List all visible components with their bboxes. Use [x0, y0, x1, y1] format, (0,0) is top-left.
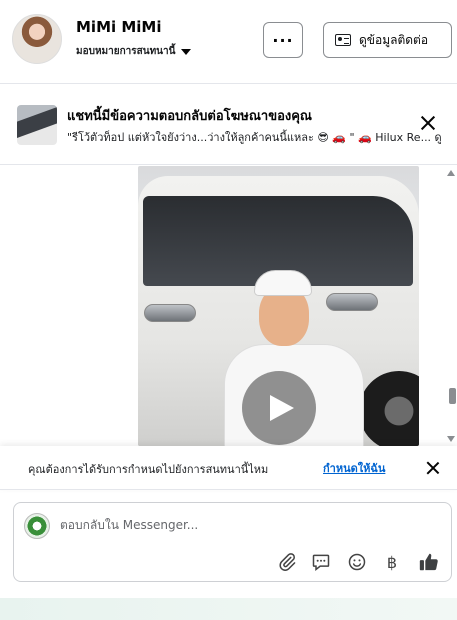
assign-to-me-link[interactable]: กำหนดให้ฉัน [323, 459, 385, 477]
ad-snippet-text[interactable]: "รีโว้ตัวท็อป แต่หัวใจยังว่าง...ว่างให้ล… [67, 128, 442, 146]
assign-conversation-dropdown[interactable]: มอบหมายการสนทนานี้ [76, 44, 192, 59]
page-footer-background [0, 598, 457, 620]
play-icon [270, 395, 294, 421]
scrollbar-thumb[interactable] [449, 388, 456, 404]
assign-label: มอบหมายการสนทนานี้ [76, 46, 176, 57]
contact-avatar[interactable] [12, 14, 62, 64]
play-button[interactable] [242, 371, 316, 445]
reply-composer: ฿ [13, 502, 452, 582]
scroll-up-arrow-icon[interactable] [447, 170, 455, 176]
assign-prompt-text: คุณต้องการได้รับการกำหนดไปยังการสนทนานี้… [28, 463, 269, 476]
conversation-header: MiMi MiMi มอบหมายการสนทนานี้ ··· ดูข้อมู… [0, 0, 457, 84]
close-icon[interactable] [418, 113, 438, 133]
thread-scrollbar[interactable] [447, 166, 457, 446]
chat-bubble-icon [312, 554, 330, 572]
scroll-down-arrow-icon[interactable] [447, 436, 455, 442]
contact-info-button[interactable]: ดูข้อมูลติดต่อ [323, 22, 452, 58]
ad-banner-title: แชทนี้มีข้อความตอบกลับต่อโฆษณาของคุณ [67, 109, 312, 124]
close-icon[interactable] [424, 459, 442, 477]
message-thread [0, 166, 457, 446]
saved-replies-button[interactable] [310, 551, 332, 573]
page-avatar [24, 513, 50, 539]
ad-thumbnail[interactable] [17, 105, 57, 145]
contact-name[interactable]: MiMi MiMi [76, 18, 162, 36]
id-card-icon [335, 34, 351, 46]
thumbs-up-icon [419, 553, 438, 571]
ad-reply-banner: แชทนี้มีข้อความตอบกลับต่อโฆษณาของคุณ "รี… [0, 85, 457, 165]
assign-prompt-bar: คุณต้องการได้รับการกำหนดไปยังการสนทนานี้… [0, 446, 457, 490]
video-message[interactable] [138, 166, 419, 446]
reply-input[interactable] [60, 514, 440, 536]
paperclip-icon [279, 553, 296, 571]
like-button[interactable] [418, 551, 440, 573]
emoji-button[interactable] [346, 551, 368, 573]
payment-button[interactable]: ฿ [381, 551, 403, 573]
ellipsis-icon: ··· [272, 30, 294, 50]
video-frame-person-cap [254, 270, 312, 296]
video-frame-handle [326, 293, 378, 311]
attachment-button[interactable] [276, 551, 298, 573]
baht-icon: ฿ [386, 552, 398, 572]
smiley-icon [348, 553, 366, 571]
video-frame-handle [144, 304, 196, 322]
contact-info-label: ดูข้อมูลติดต่อ [359, 32, 429, 47]
caret-down-icon [181, 48, 192, 55]
more-options-button[interactable]: ··· [263, 22, 303, 58]
